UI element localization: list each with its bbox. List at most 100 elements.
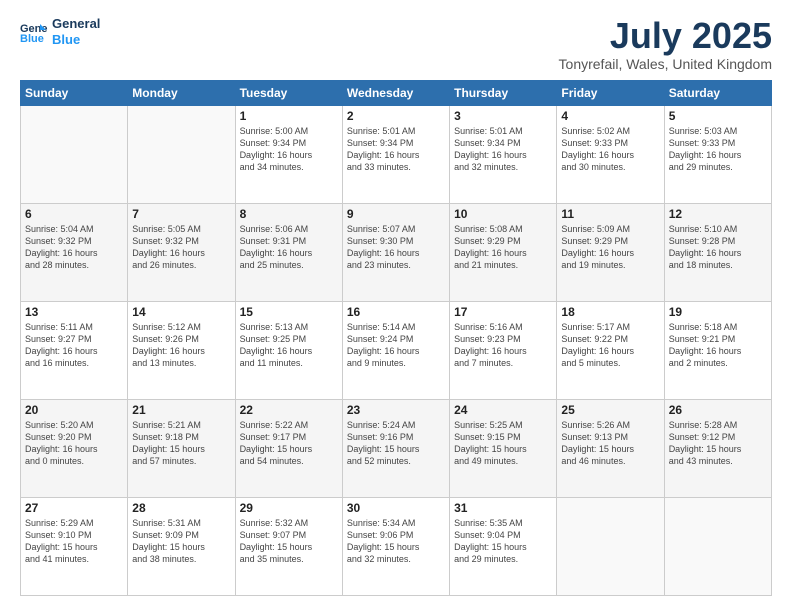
subtitle: Tonyrefail, Wales, United Kingdom (559, 56, 772, 72)
day-number: 30 (347, 501, 445, 515)
day-info: Sunrise: 5:20 AM Sunset: 9:20 PM Dayligh… (25, 419, 123, 468)
weekday-header-friday: Friday (557, 80, 664, 105)
main-title: July 2025 (559, 16, 772, 56)
day-info: Sunrise: 5:16 AM Sunset: 9:23 PM Dayligh… (454, 321, 552, 370)
calendar-cell: 9 Sunrise: 5:07 AM Sunset: 9:30 PM Daylig… (342, 203, 449, 301)
calendar-cell: 31Sunrise: 5:35 AM Sunset: 9:04 PM Dayli… (450, 497, 557, 595)
calendar-cell: 20 Sunrise: 5:20 AM Sunset: 9:20 PM Dayli… (21, 399, 128, 497)
calendar-cell: 23Sunrise: 5:24 AM Sunset: 9:16 PM Dayli… (342, 399, 449, 497)
calendar-cell: 22 Sunrise: 5:22 AM Sunset: 9:17 PM Dayli… (235, 399, 342, 497)
calendar-cell: 16Sunrise: 5:14 AM Sunset: 9:24 PM Dayli… (342, 301, 449, 399)
day-info: Sunrise: 5:18 AM Sunset: 9:21 PM Dayligh… (669, 321, 767, 370)
calendar-cell (21, 105, 128, 203)
day-number: 31 (454, 501, 552, 515)
day-number: 8 (240, 207, 338, 221)
calendar-header-row: SundayMondayTuesdayWednesdayThursdayFrid… (21, 80, 772, 105)
calendar-table: SundayMondayTuesdayWednesdayThursdayFrid… (20, 80, 772, 596)
day-info: Sunrise: 5:00 AM Sunset: 9:34 PM Dayligh… (240, 125, 338, 174)
calendar-cell: 27Sunrise: 5:29 AM Sunset: 9:10 PM Dayli… (21, 497, 128, 595)
day-number: 1 (240, 109, 338, 123)
calendar-cell: 3 Sunrise: 5:01 AM Sunset: 9:34 PM Daylig… (450, 105, 557, 203)
day-number: 13 (25, 305, 123, 319)
calendar-cell: 8Sunrise: 5:06 AM Sunset: 9:31 PM Daylig… (235, 203, 342, 301)
day-number: 17 (454, 305, 552, 319)
header: General Blue General Blue July 2025 Tony… (20, 16, 772, 72)
weekday-header-sunday: Sunday (21, 80, 128, 105)
day-info: Sunrise: 5:32 AM Sunset: 9:07 PM Dayligh… (240, 517, 338, 566)
day-info: Sunrise: 5:07 AM Sunset: 9:30 PM Dayligh… (347, 223, 445, 272)
svg-text:Blue: Blue (20, 33, 44, 44)
day-number: 14 (132, 305, 230, 319)
calendar-cell: 5 Sunrise: 5:03 AM Sunset: 9:33 PM Daylig… (664, 105, 771, 203)
day-info: Sunrise: 5:13 AM Sunset: 9:25 PM Dayligh… (240, 321, 338, 370)
day-info: Sunrise: 5:28 AM Sunset: 9:12 PM Dayligh… (669, 419, 767, 468)
logo-blue: Blue (52, 32, 100, 48)
calendar-week-row: 27Sunrise: 5:29 AM Sunset: 9:10 PM Dayli… (21, 497, 772, 595)
weekday-header-wednesday: Wednesday (342, 80, 449, 105)
calendar-cell: 12Sunrise: 5:10 AM Sunset: 9:28 PM Dayli… (664, 203, 771, 301)
day-info: Sunrise: 5:31 AM Sunset: 9:09 PM Dayligh… (132, 517, 230, 566)
day-number: 4 (561, 109, 659, 123)
day-info: Sunrise: 5:03 AM Sunset: 9:33 PM Dayligh… (669, 125, 767, 174)
calendar-cell: 21Sunrise: 5:21 AM Sunset: 9:18 PM Dayli… (128, 399, 235, 497)
calendar-cell: 24 Sunrise: 5:25 AM Sunset: 9:15 PM Dayli… (450, 399, 557, 497)
calendar-cell: 1 Sunrise: 5:00 AM Sunset: 9:34 PM Daylig… (235, 105, 342, 203)
day-number: 25 (561, 403, 659, 417)
day-number: 28 (132, 501, 230, 515)
calendar-cell: 14 Sunrise: 5:12 AM Sunset: 9:26 PM Dayli… (128, 301, 235, 399)
calendar-cell: 18Sunrise: 5:17 AM Sunset: 9:22 PM Dayli… (557, 301, 664, 399)
calendar-cell: 28 Sunrise: 5:31 AM Sunset: 9:09 PM Dayli… (128, 497, 235, 595)
day-number: 26 (669, 403, 767, 417)
day-info: Sunrise: 5:25 AM Sunset: 9:15 PM Dayligh… (454, 419, 552, 468)
day-number: 3 (454, 109, 552, 123)
day-number: 9 (347, 207, 445, 221)
calendar-cell: 30Sunrise: 5:34 AM Sunset: 9:06 PM Dayli… (342, 497, 449, 595)
day-number: 22 (240, 403, 338, 417)
logo-icon: General Blue (20, 20, 48, 44)
title-block: July 2025 Tonyrefail, Wales, United King… (559, 16, 772, 72)
calendar-cell: 15 Sunrise: 5:13 AM Sunset: 9:25 PM Dayli… (235, 301, 342, 399)
day-info: Sunrise: 5:04 AM Sunset: 9:32 PM Dayligh… (25, 223, 123, 272)
day-info: Sunrise: 5:02 AM Sunset: 9:33 PM Dayligh… (561, 125, 659, 174)
day-info: Sunrise: 5:12 AM Sunset: 9:26 PM Dayligh… (132, 321, 230, 370)
weekday-header-tuesday: Tuesday (235, 80, 342, 105)
calendar-cell: 11Sunrise: 5:09 AM Sunset: 9:29 PM Dayli… (557, 203, 664, 301)
day-number: 10 (454, 207, 552, 221)
calendar-week-row: 20 Sunrise: 5:20 AM Sunset: 9:20 PM Dayli… (21, 399, 772, 497)
day-number: 5 (669, 109, 767, 123)
logo: General Blue General Blue (20, 16, 100, 47)
day-info: Sunrise: 5:11 AM Sunset: 9:27 PM Dayligh… (25, 321, 123, 370)
calendar-cell: 19Sunrise: 5:18 AM Sunset: 9:21 PM Dayli… (664, 301, 771, 399)
calendar-cell: 4 Sunrise: 5:02 AM Sunset: 9:33 PM Daylig… (557, 105, 664, 203)
day-number: 24 (454, 403, 552, 417)
logo-general: General (52, 16, 100, 32)
day-info: Sunrise: 5:05 AM Sunset: 9:32 PM Dayligh… (132, 223, 230, 272)
calendar-cell (128, 105, 235, 203)
day-number: 12 (669, 207, 767, 221)
weekday-header-thursday: Thursday (450, 80, 557, 105)
day-info: Sunrise: 5:21 AM Sunset: 9:18 PM Dayligh… (132, 419, 230, 468)
weekday-header-saturday: Saturday (664, 80, 771, 105)
day-info: Sunrise: 5:29 AM Sunset: 9:10 PM Dayligh… (25, 517, 123, 566)
day-info: Sunrise: 5:24 AM Sunset: 9:16 PM Dayligh… (347, 419, 445, 468)
day-number: 2 (347, 109, 445, 123)
day-number: 20 (25, 403, 123, 417)
day-info: Sunrise: 5:08 AM Sunset: 9:29 PM Dayligh… (454, 223, 552, 272)
day-number: 6 (25, 207, 123, 221)
day-number: 15 (240, 305, 338, 319)
calendar-cell: 13 Sunrise: 5:11 AM Sunset: 9:27 PM Dayli… (21, 301, 128, 399)
day-number: 16 (347, 305, 445, 319)
day-number: 29 (240, 501, 338, 515)
calendar-week-row: 13 Sunrise: 5:11 AM Sunset: 9:27 PM Dayli… (21, 301, 772, 399)
calendar-cell: 2 Sunrise: 5:01 AM Sunset: 9:34 PM Daylig… (342, 105, 449, 203)
calendar-cell: 17 Sunrise: 5:16 AM Sunset: 9:23 PM Dayli… (450, 301, 557, 399)
calendar-cell: 7 Sunrise: 5:05 AM Sunset: 9:32 PM Daylig… (128, 203, 235, 301)
calendar-week-row: 6 Sunrise: 5:04 AM Sunset: 9:32 PM Daylig… (21, 203, 772, 301)
page: General Blue General Blue July 2025 Tony… (0, 0, 792, 612)
weekday-header-monday: Monday (128, 80, 235, 105)
day-info: Sunrise: 5:01 AM Sunset: 9:34 PM Dayligh… (347, 125, 445, 174)
day-info: Sunrise: 5:01 AM Sunset: 9:34 PM Dayligh… (454, 125, 552, 174)
day-number: 7 (132, 207, 230, 221)
day-info: Sunrise: 5:22 AM Sunset: 9:17 PM Dayligh… (240, 419, 338, 468)
calendar-cell: 25Sunrise: 5:26 AM Sunset: 9:13 PM Dayli… (557, 399, 664, 497)
